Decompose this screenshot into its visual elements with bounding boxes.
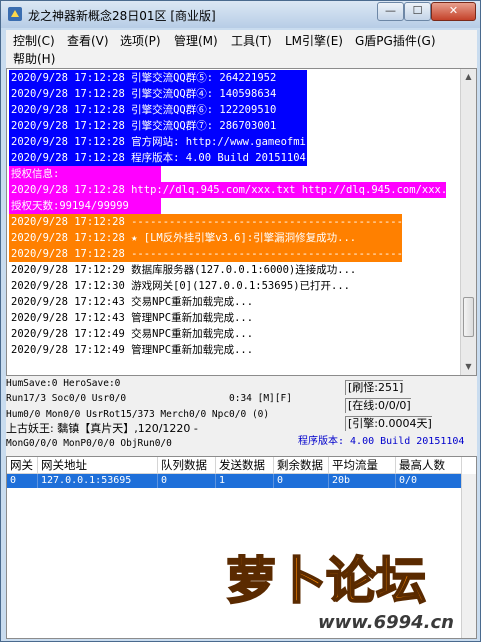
refresh-monster-count: [刷怪:251] bbox=[345, 380, 404, 395]
engine-remaining: [引擎:0.0004天] bbox=[345, 416, 432, 431]
menu-control[interactable]: 控制(C) bbox=[13, 32, 55, 50]
svg-text:www.6994.cn: www.6994.cn bbox=[318, 612, 454, 633]
menu-options[interactable]: 选项(P) bbox=[120, 32, 161, 50]
table-cell-gate: 0 bbox=[7, 474, 38, 488]
log-line: 2020/9/28 17:12:28 引擎交流QQ群⑥: 122209510 bbox=[9, 102, 307, 118]
title-bar[interactable]: 龙之神器新概念28日01区 [商业版] — ☐ ✕ bbox=[1, 1, 480, 28]
object-status: Hum0/0 Mon0/0 UsrRot15/373 Merch0/0 Npc0… bbox=[6, 409, 270, 420]
gate-table[interactable]: 网关 网关地址 队列数据 发送数据 剩余数据 平均流量 最高人数 0 127.0… bbox=[6, 456, 477, 639]
col-gate-address[interactable]: 网关地址 bbox=[38, 457, 158, 474]
scroll-thumb[interactable] bbox=[463, 297, 474, 337]
col-gate[interactable]: 网关 bbox=[7, 457, 38, 474]
save-status: HumSave:0 HeroSave:0 bbox=[6, 378, 121, 389]
log-line: 2020/9/28 17:12:43 管理NPC重新加载完成... bbox=[11, 312, 254, 324]
log-line: 2020/9/28 17:12:28 引擎交流QQ群⑦: 286703001 bbox=[9, 118, 307, 134]
log-line: 2020/9/28 17:12:28 http://dlq.945.com/xx… bbox=[9, 182, 467, 198]
log-line: 2020/9/28 17:12:28 官方网站: http://www.game… bbox=[9, 134, 338, 150]
col-queue-data[interactable]: 队列数据 bbox=[158, 457, 216, 474]
menu-lm-engine[interactable]: LM引擎(E) bbox=[285, 32, 343, 50]
log-line: 2020/9/28 17:12:28 引擎交流QQ群④: 140598634 bbox=[9, 86, 307, 102]
menu-view[interactable]: 查看(V) bbox=[67, 32, 109, 50]
close-button[interactable]: ✕ bbox=[431, 2, 476, 21]
minimize-button[interactable]: — bbox=[377, 2, 404, 21]
log-line: 授权天数:99194/99999 bbox=[9, 198, 161, 214]
scroll-up-icon[interactable]: ▲ bbox=[461, 69, 476, 85]
table-cell-queue: 0 bbox=[158, 474, 216, 488]
online-count: [在线:0/0/0] bbox=[345, 398, 411, 413]
program-version: 程序版本: 4.00 Build 20151104 bbox=[298, 436, 465, 447]
run-status: Run17/3 Soc0/0 Usr0/0 bbox=[6, 393, 127, 404]
col-avg-traffic[interactable]: 平均流量 bbox=[329, 457, 396, 474]
status-panel: HumSave:0 HeroSave:0 Run17/3 Soc0/0 Usr0… bbox=[6, 376, 477, 456]
app-icon bbox=[8, 7, 22, 21]
col-sent-data[interactable]: 发送数据 bbox=[216, 457, 274, 474]
table-cell-address: 127.0.0.1:53695 bbox=[38, 474, 158, 488]
watermark-logo: 萝卜论坛 www.6994.cn bbox=[225, 551, 454, 633]
menu-bar: 控制(C) 查看(V) 选项(P) 管理(M) 工具(T) LM引擎(E) G盾… bbox=[6, 30, 477, 68]
log-line: 2020/9/28 17:12:28 程序版本: 4.00 Build 2015… bbox=[9, 150, 307, 166]
table-cell-remaining: 0 bbox=[274, 474, 329, 488]
scroll-down-icon[interactable]: ▼ bbox=[461, 359, 476, 375]
menu-tools[interactable]: 工具(T) bbox=[231, 32, 272, 50]
log-line: 2020/9/28 17:12:30 游戏网关[0](127.0.0.1:536… bbox=[11, 280, 351, 292]
menu-manage[interactable]: 管理(M) bbox=[174, 32, 218, 50]
log-line: 2020/9/28 17:12:28 ---------------------… bbox=[9, 214, 441, 230]
log-console[interactable]: 2020/9/28 17:12:28 引擎交流QQ群⑤: 264221952 20… bbox=[6, 68, 477, 376]
server-window: 龙之神器新概念28日01区 [商业版] — ☐ ✕ 控制(C) 查看(V) 选项… bbox=[0, 0, 481, 642]
log-line: 2020/9/28 17:12:49 管理NPC重新加载完成... bbox=[11, 344, 254, 356]
table-cell-traffic: 20b bbox=[329, 474, 396, 488]
window-title: 龙之神器新概念28日01区 [商业版] bbox=[28, 9, 216, 23]
menu-help[interactable]: 帮助(H) bbox=[13, 50, 55, 68]
log-line: 2020/9/28 17:12:28 ---------------------… bbox=[9, 246, 441, 262]
log-scrollbar[interactable]: ▲ ▼ bbox=[460, 69, 476, 375]
table-cell-sent: 1 bbox=[216, 474, 274, 488]
svg-text:萝卜论坛: 萝卜论坛 bbox=[226, 552, 426, 610]
monster-status: MonG0/0/0 MonP0/0/0 ObjRun0/0 bbox=[6, 438, 172, 449]
log-line: 2020/9/28 17:12:43 交易NPC重新加载完成... bbox=[11, 296, 254, 308]
uptime-timer: 0:34 [M][F] bbox=[229, 393, 292, 404]
log-line: 2020/9/28 17:12:49 交易NPC重新加载完成... bbox=[11, 328, 254, 340]
log-line: 授权信息: bbox=[9, 166, 161, 182]
boss-status: 上古妖王: 黐镇【真片天】,120/1220 - bbox=[6, 422, 198, 435]
log-line: 2020/9/28 17:12:28 引擎交流QQ群⑤: 264221952 bbox=[9, 70, 307, 86]
menu-gshield-plugin[interactable]: G盾PG插件(G) bbox=[355, 32, 436, 50]
maximize-button[interactable]: ☐ bbox=[404, 2, 431, 21]
log-line: 2020/9/28 17:12:28 ★ [LM反外挂引擎v3.6]:引擎漏洞修… bbox=[9, 230, 402, 246]
col-remaining-data[interactable]: 剩余数据 bbox=[274, 457, 329, 474]
log-line: 2020/9/28 17:12:29 数据库服务器(127.0.0.1:6000… bbox=[11, 264, 357, 276]
col-max-players[interactable]: 最高人数 bbox=[396, 457, 462, 474]
table-cell-max-players: 0/0 bbox=[396, 474, 462, 488]
